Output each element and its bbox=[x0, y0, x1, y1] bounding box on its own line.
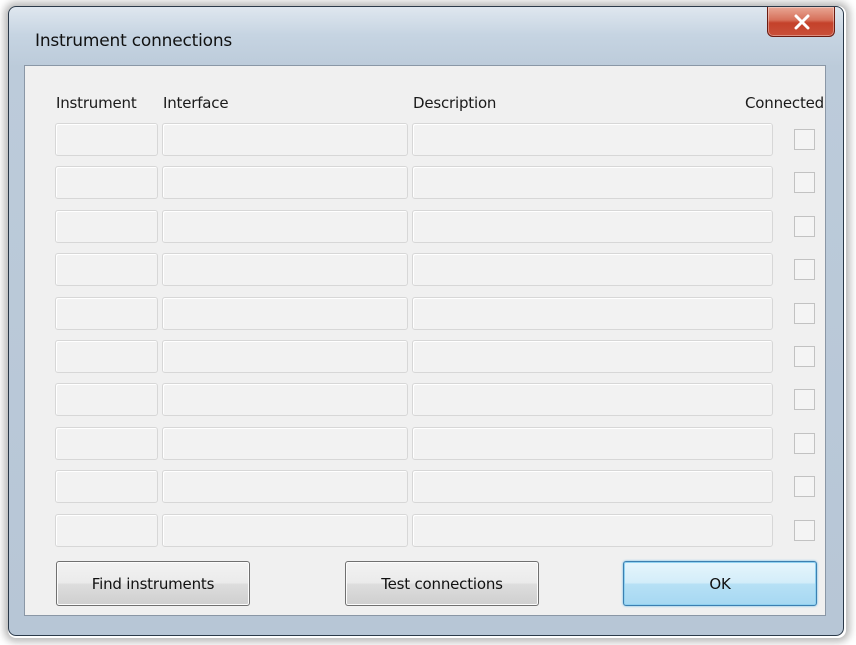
table-row bbox=[25, 383, 825, 417]
table-row bbox=[25, 426, 825, 460]
description-cell[interactable] bbox=[412, 166, 773, 200]
instrument-cell[interactable] bbox=[55, 209, 158, 243]
column-header-interface: Interface bbox=[163, 94, 229, 112]
connected-checkbox[interactable] bbox=[794, 432, 815, 454]
connected-checkbox[interactable] bbox=[794, 302, 815, 324]
column-header-instrument: Instrument bbox=[56, 94, 137, 112]
connected-checkbox[interactable] bbox=[794, 172, 815, 194]
table-row bbox=[25, 253, 825, 287]
description-cell[interactable] bbox=[412, 296, 773, 330]
instrument-cell[interactable] bbox=[55, 383, 158, 417]
description-cell[interactable] bbox=[412, 426, 773, 460]
table-row bbox=[25, 340, 825, 373]
ok-button[interactable]: OK bbox=[623, 561, 817, 606]
instrument-cell[interactable] bbox=[55, 253, 158, 287]
find-instruments-button[interactable]: Find instruments bbox=[56, 561, 250, 606]
interface-cell[interactable] bbox=[162, 470, 408, 504]
connected-checkbox[interactable] bbox=[794, 259, 815, 281]
instrument-cell[interactable] bbox=[55, 513, 158, 547]
description-cell[interactable] bbox=[412, 123, 773, 156]
connected-checkbox[interactable] bbox=[794, 476, 815, 498]
close-button[interactable] bbox=[767, 7, 835, 37]
description-cell[interactable] bbox=[412, 383, 773, 417]
interface-cell[interactable] bbox=[162, 166, 408, 200]
column-header-description: Description bbox=[413, 94, 497, 112]
close-icon bbox=[794, 14, 810, 30]
title-bar[interactable]: Instrument connections bbox=[9, 7, 843, 65]
connected-checkbox[interactable] bbox=[794, 389, 815, 411]
table-row bbox=[25, 166, 825, 200]
connected-checkbox[interactable] bbox=[794, 129, 815, 150]
description-cell[interactable] bbox=[412, 209, 773, 243]
description-cell[interactable] bbox=[412, 470, 773, 504]
table-row bbox=[25, 470, 825, 504]
column-header-connected: Connected bbox=[745, 94, 824, 112]
dialog-client-area: Instrument Interface Description Connect… bbox=[24, 65, 826, 616]
connected-checkbox[interactable] bbox=[794, 346, 815, 367]
instrument-cell[interactable] bbox=[55, 123, 158, 156]
instrument-cell[interactable] bbox=[55, 296, 158, 330]
interface-cell[interactable] bbox=[162, 209, 408, 243]
description-cell[interactable] bbox=[412, 340, 773, 373]
instrument-cell[interactable] bbox=[55, 166, 158, 200]
interface-cell[interactable] bbox=[162, 123, 408, 156]
description-cell[interactable] bbox=[412, 253, 773, 287]
instrument-cell[interactable] bbox=[55, 340, 158, 373]
table-row bbox=[25, 513, 825, 547]
table-row bbox=[25, 123, 825, 156]
table-row bbox=[25, 296, 825, 330]
interface-cell[interactable] bbox=[162, 296, 408, 330]
table-row bbox=[25, 209, 825, 243]
interface-cell[interactable] bbox=[162, 253, 408, 287]
interface-cell[interactable] bbox=[162, 340, 408, 373]
connected-checkbox[interactable] bbox=[794, 519, 815, 541]
dialog-window: Instrument connections Instrument Interf… bbox=[8, 6, 844, 636]
connected-checkbox[interactable] bbox=[794, 215, 815, 237]
interface-cell[interactable] bbox=[162, 383, 408, 417]
description-cell[interactable] bbox=[412, 513, 773, 547]
test-connections-button[interactable]: Test connections bbox=[345, 561, 539, 606]
interface-cell[interactable] bbox=[162, 513, 408, 547]
instrument-cell[interactable] bbox=[55, 426, 158, 460]
window-title: Instrument connections bbox=[35, 31, 233, 51]
instrument-cell[interactable] bbox=[55, 470, 158, 504]
interface-cell[interactable] bbox=[162, 426, 408, 460]
